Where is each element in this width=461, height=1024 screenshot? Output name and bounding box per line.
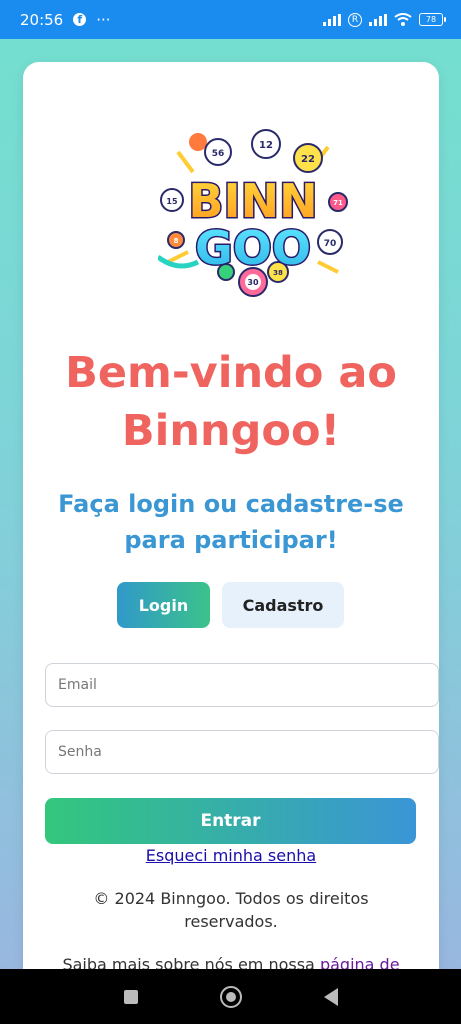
submit-button[interactable]: Entrar — [45, 798, 416, 844]
facebook-icon: f — [73, 13, 87, 26]
logo-word-bottom: GOO — [195, 221, 311, 275]
ball-8: 8 — [174, 237, 179, 245]
roaming-icon: R — [348, 12, 362, 27]
welcome-title-line2: Binngoo! — [121, 406, 341, 456]
status-bar: 20:56 f ··· R 78 — [0, 0, 461, 39]
battery-icon: 78 — [419, 13, 446, 26]
more-notifications-icon: ··· — [96, 10, 111, 29]
logo-word-top: BINN — [188, 174, 317, 228]
ball-22: 22 — [301, 154, 315, 165]
signal-icon — [323, 13, 341, 26]
subtitle: Faça login ou cadastre-se para participa… — [33, 486, 429, 558]
wifi-icon — [394, 13, 412, 26]
copyright-text: © 2024 Binngoo. Todos os direitos reserv… — [63, 887, 399, 933]
ball-70: 70 — [324, 239, 337, 249]
subtitle-line2: para participar! — [124, 526, 338, 554]
tab-login[interactable]: Login — [117, 582, 210, 628]
forgot-password-link[interactable]: Esqueci minha senha — [23, 846, 439, 865]
home-button[interactable] — [219, 985, 242, 1008]
ball-12: 12 — [259, 140, 273, 151]
copyright-line2: reservados. — [184, 912, 278, 931]
binngoo-logo: 56 12 22 15 71 8 70 30 38 BINN GOO — [158, 129, 348, 297]
navigation-bar — [0, 969, 461, 1024]
welcome-title: Bem-vindo ao Binngoo! — [23, 344, 439, 460]
ball-30: 30 — [247, 278, 259, 287]
login-card: 56 12 22 15 71 8 70 30 38 BINN GOO Bem-v… — [23, 62, 439, 1002]
ball-71: 71 — [333, 199, 343, 207]
copyright-line1: © 2024 Binngoo. Todos os direitos — [93, 889, 369, 908]
email-field[interactable] — [45, 663, 439, 707]
ball-15: 15 — [166, 197, 178, 206]
subtitle-line1: Faça login ou cadastre-se — [58, 490, 404, 518]
recents-button[interactable] — [123, 989, 138, 1004]
password-field[interactable] — [45, 730, 439, 774]
ball-56: 56 — [212, 149, 225, 159]
welcome-title-line1: Bem-vindo ao — [65, 348, 397, 398]
back-button[interactable] — [323, 987, 338, 1006]
signal-icon-2 — [369, 13, 387, 26]
tab-cadastro[interactable]: Cadastro — [222, 582, 344, 628]
status-time: 20:56 — [20, 10, 64, 29]
